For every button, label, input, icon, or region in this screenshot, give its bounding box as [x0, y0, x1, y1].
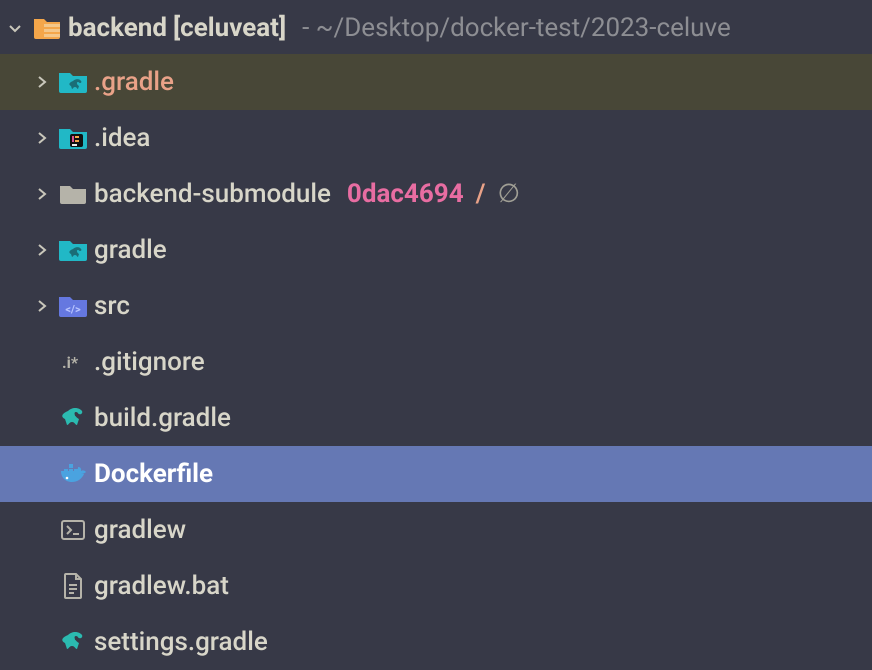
gradle-file-icon: [58, 403, 88, 433]
tree-item-label: .gitignore: [94, 347, 205, 377]
tree-item-label: settings.gradle: [94, 627, 268, 657]
folder-icon: [58, 179, 88, 209]
tree-row[interactable]: .i* .gitignore: [0, 334, 872, 390]
gradle-folder-icon: [58, 235, 88, 265]
tree-item-label: .gradle: [94, 67, 174, 97]
tree-item-label: backend-submodule: [94, 179, 331, 209]
svg-text:</>: </>: [65, 303, 81, 316]
tree-item-label: build.gradle: [94, 403, 231, 433]
empty-set-icon: ∅: [498, 179, 521, 209]
tree-row-root[interactable]: backend [celuveat] - ~/Desktop/docker-te…: [0, 6, 872, 54]
ignore-file-icon: .i*: [58, 347, 88, 377]
gradle-folder-icon: [58, 67, 88, 97]
chevron-right-icon[interactable]: [30, 242, 52, 258]
svg-text:.i*: .i*: [62, 353, 79, 372]
separator: /: [476, 179, 486, 209]
bat-file-icon: [58, 571, 88, 601]
tree-item-label: src: [94, 291, 130, 321]
tree-children: .gradle .idea backend-submodule 0dac4694 /…: [0, 54, 872, 670]
root-path: - ~/Desktop/docker-test/2023-celuve: [302, 13, 731, 43]
tree-item-label: gradle: [94, 235, 167, 265]
tree-row[interactable]: Dockerfile: [0, 446, 872, 502]
src-folder-icon: </>: [58, 291, 88, 321]
shell-file-icon: [58, 515, 88, 545]
tree-row[interactable]: .idea: [0, 110, 872, 166]
tree-row[interactable]: gradlew.bat: [0, 558, 872, 614]
tree-row[interactable]: .gradle: [0, 54, 872, 110]
tree-item-label: gradlew.bat: [94, 571, 229, 601]
tree-row[interactable]: backend-submodule 0dac4694 / ∅: [0, 166, 872, 222]
tree-row[interactable]: gradlew: [0, 502, 872, 558]
root-bracket: [celuveat]: [173, 13, 286, 43]
tree-row[interactable]: </> src: [0, 278, 872, 334]
idea-folder-icon: [58, 123, 88, 153]
chevron-down-icon[interactable]: [4, 20, 26, 36]
docker-file-icon: [58, 459, 88, 489]
tree-item-label: gradlew: [94, 515, 186, 545]
tree-row[interactable]: gradle: [0, 222, 872, 278]
tree-row[interactable]: build.gradle: [0, 390, 872, 446]
chevron-right-icon[interactable]: [30, 298, 52, 314]
commit-hash: 0dac4694: [347, 179, 464, 209]
tree-item-label: .idea: [94, 123, 150, 153]
chevron-right-icon[interactable]: [30, 186, 52, 202]
project-tree: backend [celuveat] - ~/Desktop/docker-te…: [0, 0, 872, 670]
root-name: backend: [68, 13, 167, 43]
tree-item-label: Dockerfile: [94, 459, 213, 489]
tree-row[interactable]: settings.gradle: [0, 614, 872, 670]
chevron-right-icon[interactable]: [30, 74, 52, 90]
gradle-file-icon: [58, 627, 88, 657]
chevron-right-icon[interactable]: [30, 130, 52, 146]
project-folder-icon: [32, 13, 62, 43]
